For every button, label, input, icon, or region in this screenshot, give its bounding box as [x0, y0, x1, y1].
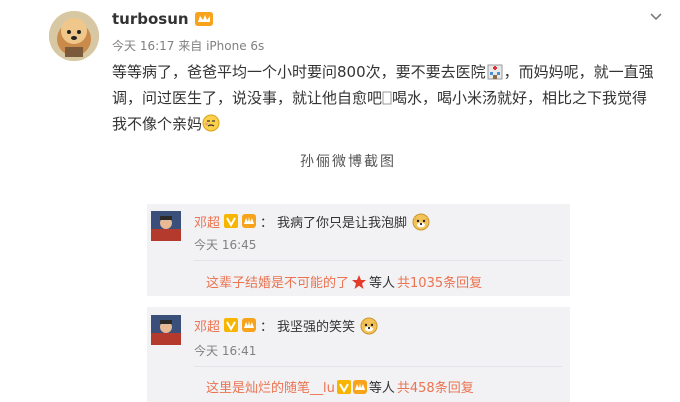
member-badge-icon[interactable] — [194, 12, 213, 26]
comment-text: 我坚强的笑笑 — [277, 319, 356, 335]
reply-suffix: 等人 — [368, 381, 395, 396]
verified-v-icon — [336, 379, 351, 394]
reply-count[interactable]: 共1035条回复 — [397, 272, 482, 291]
member-badge-icon — [352, 379, 367, 394]
comment-text: 我病了你只是让我泡脚 — [277, 215, 408, 231]
reply-author-text[interactable]: 这里是灿烂的随笔__lu — [206, 377, 335, 396]
commenter-avatar[interactable] — [151, 211, 181, 241]
missing-glyph-icon — [382, 88, 392, 106]
reply-author-text[interactable]: 这辈子结婚是不可能的了 — [206, 272, 349, 291]
doge-emoji-icon — [411, 211, 431, 231]
doge-emoji-icon — [359, 315, 379, 335]
comment-time: 今天 16:41 — [194, 344, 257, 358]
post-source[interactable]: iPhone 6s — [206, 39, 264, 53]
member-badge-icon — [242, 214, 257, 228]
comment-divider — [194, 366, 562, 367]
commenter-name[interactable]: 邓超 — [194, 316, 220, 335]
member-badge-icon — [242, 318, 257, 332]
comment-line: 邓超 ： 我坚强的笑笑 — [194, 315, 379, 335]
commenter-avatar[interactable] — [151, 315, 181, 345]
verified-v-icon — [224, 214, 239, 228]
post-username-row: turbosun — [112, 10, 213, 28]
awkward-emoji-icon — [202, 114, 220, 132]
username[interactable]: turbosun — [112, 10, 189, 28]
star-icon — [351, 274, 367, 290]
reply-summary[interactable]: 这辈子结婚是不可能的了 等人 共1035条回复 — [206, 272, 482, 291]
chevron-down-icon[interactable] — [650, 7, 662, 21]
post-time[interactable]: 今天 16:17 — [112, 39, 174, 53]
comment-colon: ： — [260, 319, 274, 335]
commenter-name[interactable]: 邓超 — [194, 212, 220, 231]
post-text: 等等病了，爸爸平均一个小时要问800次，要不要去医院 ，而妈妈呢，就一直强调，问过… — [112, 59, 657, 137]
comment-card: 邓超 ： 我坚强的笑笑 今天 16:41 这里是灿烂的随笔__lu 等人 共45… — [147, 307, 570, 402]
comment-divider — [194, 260, 562, 261]
screenshot-caption: 孙俪微博截图 — [300, 154, 396, 170]
comment-colon: ： — [260, 215, 274, 231]
reply-suffix: 等人 — [369, 276, 396, 291]
comment-time: 今天 16:45 — [194, 238, 257, 252]
comment-card: 邓超 ： 我病了你只是让我泡脚 今天 16:45 这辈子结婚是不可能的了 等人 … — [147, 204, 570, 296]
user-avatar[interactable] — [49, 11, 99, 61]
post-meta: 今天 16:17 来自 iPhone 6s — [112, 37, 264, 54]
reply-summary[interactable]: 这里是灿烂的随笔__lu 等人 共458条回复 — [206, 377, 474, 396]
source-prefix: 来自 — [178, 39, 203, 53]
comment-line: 邓超 ： 我病了你只是让我泡脚 — [194, 211, 431, 231]
reply-count[interactable]: 共458条回复 — [397, 377, 474, 396]
hospital-icon — [486, 62, 504, 80]
verified-v-icon — [224, 318, 239, 332]
post-text-part1: 等等病了，爸爸平均一个小时要问800次，要不要去医院 — [112, 63, 486, 81]
